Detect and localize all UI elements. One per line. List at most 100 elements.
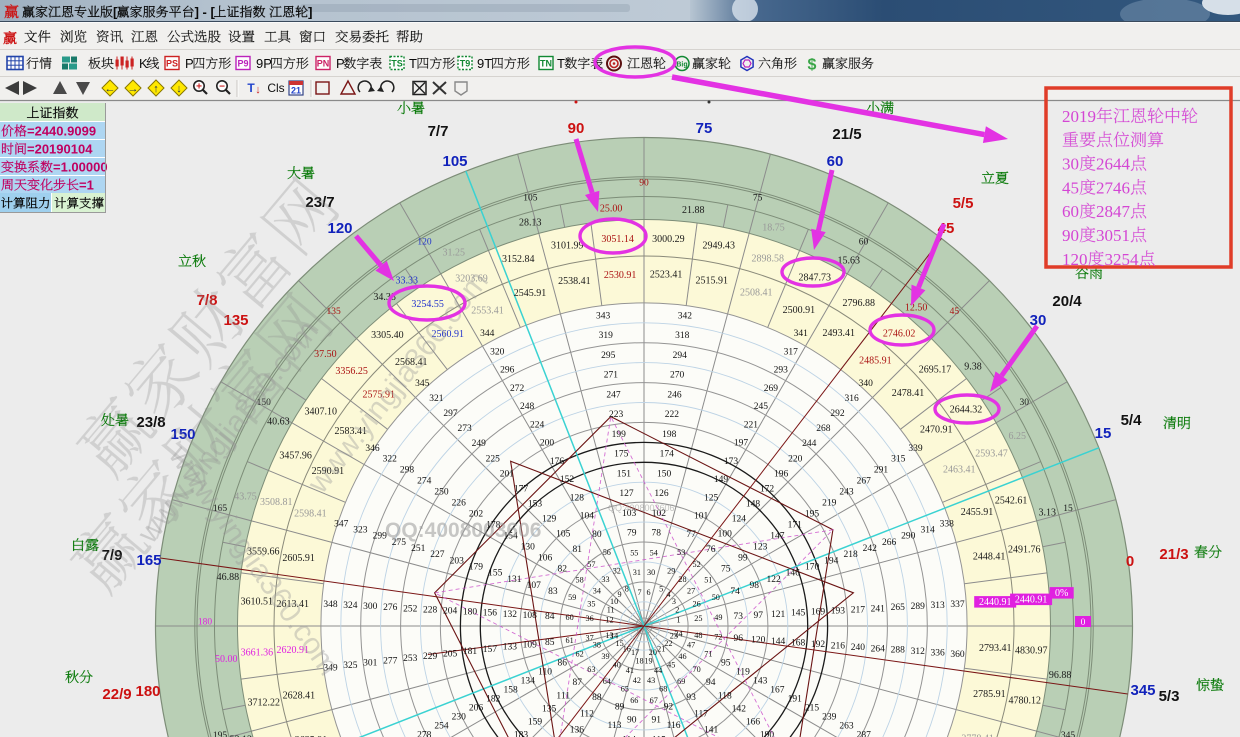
svg-text:322: 322 xyxy=(383,455,398,465)
svg-text:119: 119 xyxy=(736,668,750,678)
svg-text:143: 143 xyxy=(753,677,768,687)
svg-text:3305.40: 3305.40 xyxy=(371,330,404,341)
svg-text:173: 173 xyxy=(724,457,739,467)
svg-text:267: 267 xyxy=(857,477,872,487)
svg-text:116: 116 xyxy=(667,721,681,731)
svg-text:265: 265 xyxy=(891,603,906,613)
svg-text:131: 131 xyxy=(507,575,522,585)
svg-text:2545.91: 2545.91 xyxy=(514,288,547,299)
svg-text:101: 101 xyxy=(694,512,709,522)
svg-text:312: 312 xyxy=(911,647,926,657)
svg-text:295: 295 xyxy=(601,351,616,361)
svg-text:74: 74 xyxy=(730,587,740,597)
svg-text:315: 315 xyxy=(891,455,906,465)
svg-text:35: 35 xyxy=(587,599,595,608)
svg-text:80: 80 xyxy=(592,530,602,540)
svg-text:277: 277 xyxy=(383,656,398,666)
svg-text:158: 158 xyxy=(503,686,518,696)
svg-text:68: 68 xyxy=(659,684,667,693)
svg-text:113: 113 xyxy=(607,721,621,731)
svg-text:217: 217 xyxy=(851,605,866,615)
svg-text:←: ← xyxy=(105,83,116,95)
svg-text:PN: PN xyxy=(317,59,330,69)
svg-text:24: 24 xyxy=(674,630,682,639)
svg-text:221: 221 xyxy=(744,420,759,430)
svg-text:93: 93 xyxy=(686,693,696,703)
svg-text:T: T xyxy=(409,56,417,71)
svg-text:112: 112 xyxy=(580,709,594,719)
svg-text:148: 148 xyxy=(746,500,761,510)
svg-text:121: 121 xyxy=(771,610,786,620)
svg-text:195: 195 xyxy=(805,510,820,520)
svg-text:4: 4 xyxy=(666,590,670,599)
svg-text:170: 170 xyxy=(805,563,820,573)
svg-text:31.25: 31.25 xyxy=(443,248,466,259)
svg-text:120: 120 xyxy=(1062,250,1088,269)
svg-text:133: 133 xyxy=(503,643,518,653)
svg-text:69: 69 xyxy=(677,677,685,686)
svg-text:2542.61: 2542.61 xyxy=(995,495,1028,506)
svg-text:21/3: 21/3 xyxy=(1159,546,1188,563)
svg-text:53: 53 xyxy=(677,548,685,557)
svg-text:245: 245 xyxy=(754,402,769,412)
svg-text:321: 321 xyxy=(429,394,444,404)
svg-text:2019: 2019 xyxy=(1062,107,1096,126)
svg-text:2463.41: 2463.41 xyxy=(943,465,976,476)
svg-text:47: 47 xyxy=(687,641,695,650)
svg-text:100: 100 xyxy=(718,530,733,540)
svg-text:179: 179 xyxy=(469,563,484,573)
svg-text:33: 33 xyxy=(601,575,609,584)
svg-text:P9: P9 xyxy=(237,59,248,69)
svg-text:273: 273 xyxy=(457,424,472,434)
svg-text:40.63: 40.63 xyxy=(267,416,290,427)
svg-text:16: 16 xyxy=(623,644,631,653)
svg-text:T9: T9 xyxy=(460,59,471,69)
svg-text:249: 249 xyxy=(472,439,487,449)
svg-text:320: 320 xyxy=(490,347,505,357)
svg-text:18: 18 xyxy=(635,656,643,665)
svg-text:196: 196 xyxy=(774,469,789,479)
svg-text:123: 123 xyxy=(753,542,768,552)
svg-text:230: 230 xyxy=(452,712,467,722)
svg-text:65: 65 xyxy=(621,684,629,693)
svg-text:2470.91: 2470.91 xyxy=(920,425,953,436)
svg-text:30: 30 xyxy=(1030,312,1047,329)
svg-text:90: 90 xyxy=(1062,226,1079,245)
svg-text:28: 28 xyxy=(678,575,686,584)
svg-text:41: 41 xyxy=(626,666,634,675)
svg-text:168: 168 xyxy=(791,638,806,648)
svg-text:239: 239 xyxy=(822,712,837,722)
svg-text:43.75: 43.75 xyxy=(234,492,257,503)
svg-text:75: 75 xyxy=(696,120,713,137)
svg-text:20: 20 xyxy=(649,648,657,657)
svg-text:45: 45 xyxy=(1062,178,1079,197)
svg-text:246: 246 xyxy=(667,390,682,400)
svg-text:323: 323 xyxy=(353,526,368,536)
svg-text:242: 242 xyxy=(863,544,878,554)
svg-text:200: 200 xyxy=(540,439,555,449)
svg-text:201: 201 xyxy=(500,469,515,479)
svg-text:46: 46 xyxy=(678,652,686,661)
svg-text:152: 152 xyxy=(560,475,575,485)
svg-text:292: 292 xyxy=(830,409,845,419)
svg-text:90: 90 xyxy=(568,120,585,137)
svg-text:174: 174 xyxy=(660,450,675,460)
svg-text:] - [: ] - [ xyxy=(195,5,216,20)
svg-text:60: 60 xyxy=(1062,202,1079,221)
svg-text:341: 341 xyxy=(794,329,809,339)
svg-text:165: 165 xyxy=(136,552,161,569)
svg-text:9.38: 9.38 xyxy=(964,362,982,373)
svg-text:2793.41: 2793.41 xyxy=(979,643,1012,654)
svg-text:278: 278 xyxy=(417,730,432,737)
svg-text:124: 124 xyxy=(732,515,747,525)
svg-text:150: 150 xyxy=(657,469,672,479)
svg-text:2440.91: 2440.91 xyxy=(979,597,1012,608)
svg-text:3712.22: 3712.22 xyxy=(247,698,280,709)
svg-text:88: 88 xyxy=(592,693,602,703)
svg-text:227: 227 xyxy=(430,550,445,560)
svg-text:5/5: 5/5 xyxy=(953,195,974,212)
svg-text:P: P xyxy=(336,56,345,71)
svg-text:4830.97: 4830.97 xyxy=(1015,645,1048,656)
svg-text:107: 107 xyxy=(527,581,542,591)
svg-text:5/4: 5/4 xyxy=(1121,412,1143,429)
